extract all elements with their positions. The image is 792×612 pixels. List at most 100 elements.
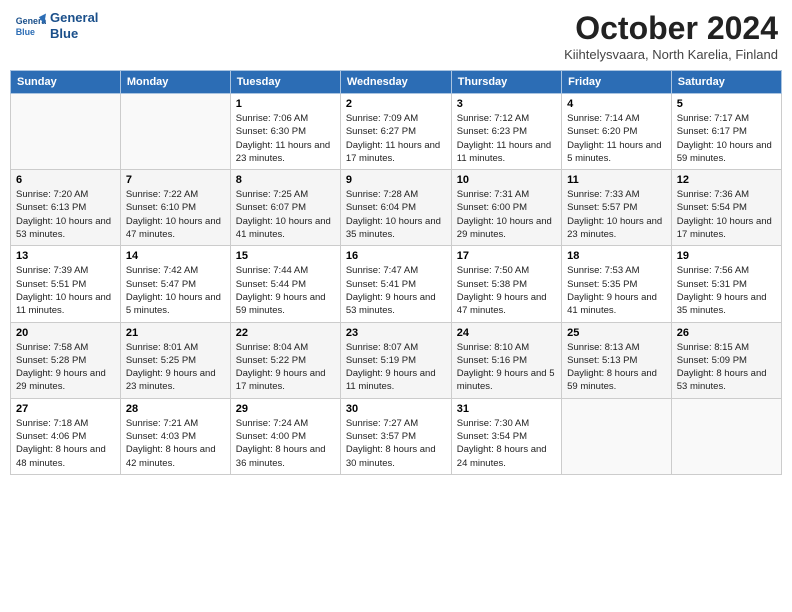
day-number: 17	[457, 250, 556, 262]
calendar-cell: 12 Sunrise: 7:36 AM Sunset: 5:54 PM Dayli…	[671, 170, 781, 246]
calendar-cell: 5 Sunrise: 7:17 AM Sunset: 6:17 PM Daylig…	[671, 94, 781, 170]
calendar-cell: 21 Sunrise: 8:01 AM Sunset: 5:25 PM Dayli…	[120, 322, 230, 398]
calendar-cell: 2 Sunrise: 7:09 AM Sunset: 6:27 PM Daylig…	[340, 94, 451, 170]
calendar-cell	[11, 94, 121, 170]
col-header-thursday: Thursday	[451, 71, 561, 94]
day-number: 22	[236, 327, 335, 339]
day-info: Sunrise: 7:42 AM Sunset: 5:47 PM Dayligh…	[126, 264, 225, 317]
calendar-cell	[120, 94, 230, 170]
calendar-cell: 22 Sunrise: 8:04 AM Sunset: 5:22 PM Dayli…	[230, 322, 340, 398]
day-number: 30	[346, 403, 446, 415]
day-info: Sunrise: 7:47 AM Sunset: 5:41 PM Dayligh…	[346, 264, 446, 317]
day-number: 20	[16, 327, 115, 339]
calendar-cell: 30 Sunrise: 7:27 AM Sunset: 3:57 PM Dayli…	[340, 398, 451, 474]
day-number: 19	[677, 250, 776, 262]
day-number: 4	[567, 98, 666, 110]
day-info: Sunrise: 7:25 AM Sunset: 6:07 PM Dayligh…	[236, 188, 335, 241]
calendar-cell: 10Sunrise: 7:31 AM Sunset: 6:00 PM Dayli…	[451, 170, 561, 246]
day-number: 7	[126, 174, 225, 186]
day-number: 27	[16, 403, 115, 415]
col-header-monday: Monday	[120, 71, 230, 94]
calendar-cell: 15 Sunrise: 7:44 AM Sunset: 5:44 PM Dayli…	[230, 246, 340, 322]
calendar-table: SundayMondayTuesdayWednesdayThursdayFrid…	[10, 70, 782, 475]
calendar-cell: 9 Sunrise: 7:28 AM Sunset: 6:04 PM Daylig…	[340, 170, 451, 246]
day-number: 16	[346, 250, 446, 262]
day-number: 26	[677, 327, 776, 339]
day-info: Sunrise: 7:14 AM Sunset: 6:20 PM Dayligh…	[567, 112, 666, 165]
day-info: Sunrise: 7:44 AM Sunset: 5:44 PM Dayligh…	[236, 264, 335, 317]
day-number: 1	[236, 98, 335, 110]
title-block: October 2024 Kiihtelysvaara, North Karel…	[564, 10, 778, 62]
day-info: Sunrise: 7:33 AM Sunset: 5:57 PM Dayligh…	[567, 188, 666, 241]
day-info: Sunrise: 8:01 AM Sunset: 5:25 PM Dayligh…	[126, 341, 225, 394]
calendar-cell: 28 Sunrise: 7:21 AM Sunset: 4:03 PM Dayli…	[120, 398, 230, 474]
location: Kiihtelysvaara, North Karelia, Finland	[564, 47, 778, 62]
day-number: 15	[236, 250, 335, 262]
calendar-cell: 24Sunrise: 8:10 AM Sunset: 5:16 PM Dayli…	[451, 322, 561, 398]
day-info: Sunrise: 7:28 AM Sunset: 6:04 PM Dayligh…	[346, 188, 446, 241]
calendar-cell: 7 Sunrise: 7:22 AM Sunset: 6:10 PM Daylig…	[120, 170, 230, 246]
day-info: Sunrise: 7:06 AM Sunset: 6:30 PM Dayligh…	[236, 112, 335, 165]
calendar-cell: 14Sunrise: 7:42 AM Sunset: 5:47 PM Dayli…	[120, 246, 230, 322]
calendar-row: 13Sunrise: 7:39 AM Sunset: 5:51 PM Dayli…	[11, 246, 782, 322]
calendar-cell: 27 Sunrise: 7:18 AM Sunset: 4:06 PM Dayli…	[11, 398, 121, 474]
svg-text:Blue: Blue	[16, 27, 35, 37]
day-number: 3	[457, 98, 556, 110]
calendar-cell: 16 Sunrise: 7:47 AM Sunset: 5:41 PM Dayli…	[340, 246, 451, 322]
day-number: 9	[346, 174, 446, 186]
day-info: Sunrise: 7:27 AM Sunset: 3:57 PM Dayligh…	[346, 417, 446, 470]
calendar-cell: 1 Sunrise: 7:06 AM Sunset: 6:30 PM Daylig…	[230, 94, 340, 170]
calendar-cell: 17 Sunrise: 7:50 AM Sunset: 5:38 PM Dayli…	[451, 246, 561, 322]
day-info: Sunrise: 7:30 AM Sunset: 3:54 PM Dayligh…	[457, 417, 556, 470]
day-info: Sunrise: 7:22 AM Sunset: 6:10 PM Dayligh…	[126, 188, 225, 241]
day-info: Sunrise: 7:56 AM Sunset: 5:31 PM Dayligh…	[677, 264, 776, 317]
day-info: Sunrise: 7:18 AM Sunset: 4:06 PM Dayligh…	[16, 417, 115, 470]
day-number: 21	[126, 327, 225, 339]
page-header: General Blue General Blue October 2024 K…	[10, 10, 782, 62]
calendar-cell: 31Sunrise: 7:30 AM Sunset: 3:54 PM Dayli…	[451, 398, 561, 474]
day-info: Sunrise: 7:09 AM Sunset: 6:27 PM Dayligh…	[346, 112, 446, 165]
calendar-cell: 4 Sunrise: 7:14 AM Sunset: 6:20 PM Daylig…	[562, 94, 672, 170]
calendar-cell: 19 Sunrise: 7:56 AM Sunset: 5:31 PM Dayli…	[671, 246, 781, 322]
day-info: Sunrise: 7:20 AM Sunset: 6:13 PM Dayligh…	[16, 188, 115, 241]
day-info: Sunrise: 8:15 AM Sunset: 5:09 PM Dayligh…	[677, 341, 776, 394]
day-number: 28	[126, 403, 225, 415]
calendar-cell: 11 Sunrise: 7:33 AM Sunset: 5:57 PM Dayli…	[562, 170, 672, 246]
day-info: Sunrise: 7:24 AM Sunset: 4:00 PM Dayligh…	[236, 417, 335, 470]
day-info: Sunrise: 7:50 AM Sunset: 5:38 PM Dayligh…	[457, 264, 556, 317]
calendar-cell	[671, 398, 781, 474]
col-header-sunday: Sunday	[11, 71, 121, 94]
day-number: 10	[457, 174, 556, 186]
col-header-saturday: Saturday	[671, 71, 781, 94]
day-info: Sunrise: 7:36 AM Sunset: 5:54 PM Dayligh…	[677, 188, 776, 241]
col-header-friday: Friday	[562, 71, 672, 94]
day-number: 23	[346, 327, 446, 339]
calendar-cell: 13Sunrise: 7:39 AM Sunset: 5:51 PM Dayli…	[11, 246, 121, 322]
day-info: Sunrise: 7:21 AM Sunset: 4:03 PM Dayligh…	[126, 417, 225, 470]
day-info: Sunrise: 7:17 AM Sunset: 6:17 PM Dayligh…	[677, 112, 776, 165]
calendar-row: 20Sunrise: 7:58 AM Sunset: 5:28 PM Dayli…	[11, 322, 782, 398]
day-number: 2	[346, 98, 446, 110]
calendar-row: 6Sunrise: 7:20 AM Sunset: 6:13 PM Daylig…	[11, 170, 782, 246]
calendar-cell: 20Sunrise: 7:58 AM Sunset: 5:28 PM Dayli…	[11, 322, 121, 398]
calendar-header: SundayMondayTuesdayWednesdayThursdayFrid…	[11, 71, 782, 94]
day-number: 18	[567, 250, 666, 262]
day-info: Sunrise: 8:10 AM Sunset: 5:16 PM Dayligh…	[457, 341, 556, 394]
day-number: 25	[567, 327, 666, 339]
day-info: Sunrise: 8:13 AM Sunset: 5:13 PM Dayligh…	[567, 341, 666, 394]
calendar-cell: 29 Sunrise: 7:24 AM Sunset: 4:00 PM Dayli…	[230, 398, 340, 474]
calendar-cell	[562, 398, 672, 474]
day-info: Sunrise: 7:39 AM Sunset: 5:51 PM Dayligh…	[16, 264, 115, 317]
calendar-cell: 23Sunrise: 8:07 AM Sunset: 5:19 PM Dayli…	[340, 322, 451, 398]
day-info: Sunrise: 7:53 AM Sunset: 5:35 PM Dayligh…	[567, 264, 666, 317]
day-number: 12	[677, 174, 776, 186]
calendar-cell: 6Sunrise: 7:20 AM Sunset: 6:13 PM Daylig…	[11, 170, 121, 246]
day-number: 8	[236, 174, 335, 186]
day-number: 29	[236, 403, 335, 415]
day-info: Sunrise: 8:04 AM Sunset: 5:22 PM Dayligh…	[236, 341, 335, 394]
logo-icon: General Blue	[14, 10, 46, 42]
month-title: October 2024	[564, 10, 778, 47]
day-number: 5	[677, 98, 776, 110]
calendar-row: 27 Sunrise: 7:18 AM Sunset: 4:06 PM Dayli…	[11, 398, 782, 474]
day-number: 11	[567, 174, 666, 186]
